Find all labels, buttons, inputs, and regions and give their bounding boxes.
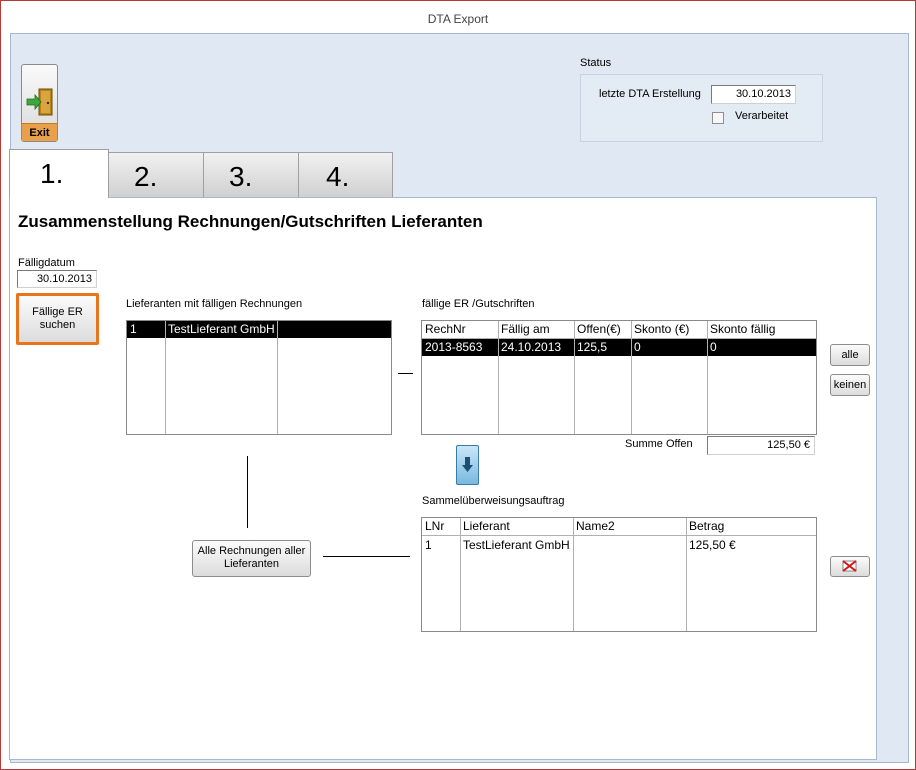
sum-open-field: 125,50 € xyxy=(707,436,815,455)
collective-title: Sammelüberweisungsauftrag xyxy=(422,495,565,507)
processed-label: Verarbeitet xyxy=(735,110,789,122)
tab-panel xyxy=(9,197,877,760)
suppliers-list[interactable]: 1 TestLieferant GmbH xyxy=(126,320,392,435)
window-title: DTA Export xyxy=(427,12,489,26)
all-invoices-line2: Lieferanten xyxy=(223,558,280,570)
collective-betrag: 125,50 € xyxy=(689,538,736,552)
supplier-nr: 1 xyxy=(130,322,137,336)
tab-4[interactable]: 4. xyxy=(298,152,393,197)
invoices-grid[interactable]: RechNr Fällig am Offen(€) Skonto (€) Sko… xyxy=(421,320,817,435)
invoice-faellig-am: 24.10.2013 xyxy=(501,340,562,354)
last-dta-field[interactable]: 30.10.2013 xyxy=(711,85,796,104)
tab-2[interactable]: 2. xyxy=(108,152,204,197)
delete-x-icon xyxy=(842,560,857,572)
collective-lnr: 1 xyxy=(425,538,432,552)
search-button-line2: suchen xyxy=(39,319,76,331)
status-title: Status xyxy=(580,57,612,69)
door-exit-icon xyxy=(26,88,53,116)
column-header-skonto-faellig[interactable]: Skonto fällig xyxy=(707,321,817,338)
select-none-button[interactable]: keinen xyxy=(830,374,870,396)
tab-3[interactable]: 3. xyxy=(203,152,299,197)
tab-1[interactable]: 1. xyxy=(9,149,109,198)
search-due-invoices-button[interactable]: Fällige ER suchen xyxy=(16,293,99,345)
select-all-button[interactable]: alle xyxy=(830,344,870,366)
invoice-skonto-faellig: 0 xyxy=(710,340,717,354)
search-button-line1: Fällige ER xyxy=(32,306,83,318)
column-header-betrag[interactable]: Betrag xyxy=(686,518,817,535)
column-header-name2[interactable]: Name2 xyxy=(573,518,686,535)
invoice-rechnr: 2013-8563 xyxy=(425,340,483,354)
due-date-label: Fälligdatum xyxy=(18,257,75,269)
column-header-faellig-am[interactable]: Fällig am xyxy=(498,321,574,338)
move-to-collective-button[interactable] xyxy=(456,445,479,485)
column-header-offen[interactable]: Offen(€) xyxy=(574,321,631,338)
connector-line xyxy=(398,373,413,374)
suppliers-title: Lieferanten mit fälligen Rechnungen xyxy=(126,298,303,310)
supplier-name: TestLieferant GmbH xyxy=(168,322,275,336)
invoice-offen: 125,5 xyxy=(577,340,608,354)
delete-entry-button[interactable] xyxy=(830,556,870,577)
all-invoices-line1: Alle Rechnungen aller xyxy=(197,545,306,557)
connector-line xyxy=(323,556,410,557)
invoice-skonto: 0 xyxy=(634,340,641,354)
connector-line xyxy=(247,456,248,528)
column-header-rechnr[interactable]: RechNr xyxy=(422,321,498,338)
column-header-lieferant[interactable]: Lieferant xyxy=(460,518,573,535)
processed-checkbox[interactable] xyxy=(712,112,724,124)
all-invoices-all-suppliers-button[interactable]: Alle Rechnungen aller Lieferanten xyxy=(192,540,311,577)
invoices-title: fällige ER /Gutschriften xyxy=(422,298,535,310)
column-header-skonto[interactable]: Skonto (€) xyxy=(631,321,707,338)
panel-heading: Zusammenstellung Rechnungen/Gutschriften… xyxy=(18,212,483,231)
exit-label: Exit xyxy=(22,123,57,141)
last-dta-label: letzte DTA Erstellung xyxy=(599,88,701,100)
sum-open-label: Summe Offen xyxy=(625,438,693,450)
exit-button[interactable]: Exit xyxy=(21,64,58,142)
collective-lieferant: TestLieferant GmbH xyxy=(463,538,570,552)
arrow-down-icon xyxy=(462,457,473,472)
due-date-field[interactable]: 30.10.2013 xyxy=(17,270,97,288)
collective-grid[interactable]: LNr Lieferant Name2 Betrag 1 TestLiefera… xyxy=(421,517,817,632)
column-header-lnr[interactable]: LNr xyxy=(422,518,460,535)
collective-name2 xyxy=(573,537,686,554)
